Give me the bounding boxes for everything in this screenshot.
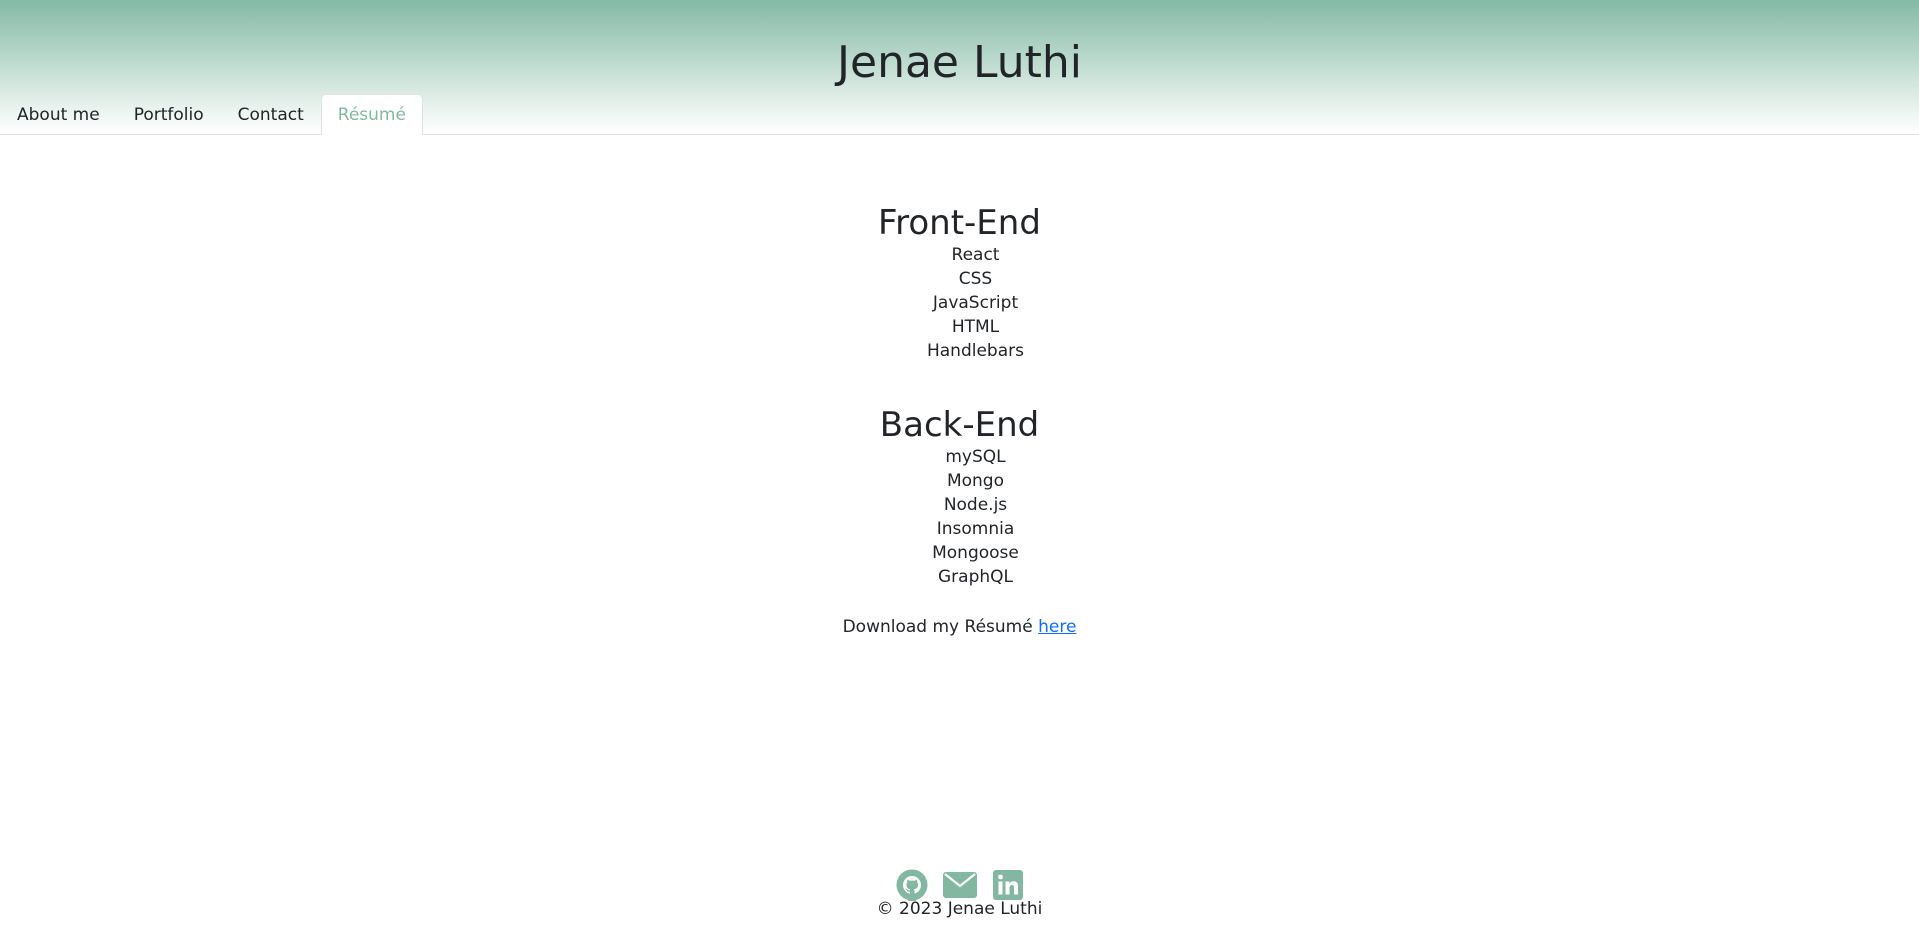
back-end-heading: Back-End bbox=[879, 405, 1040, 445]
back-end-list: mySQL Mongo Node.js Insomnia Mongoose Gr… bbox=[0, 445, 1919, 589]
footer-icons bbox=[0, 868, 1919, 902]
tab-resume[interactable]: Résumé bbox=[320, 94, 423, 135]
github-icon[interactable] bbox=[895, 868, 929, 902]
list-item: CSS bbox=[958, 269, 993, 289]
list-item: GraphQL bbox=[938, 567, 1013, 587]
tab-portfolio[interactable]: Portfolio bbox=[117, 94, 221, 135]
site-footer: © 2023 Jenae Luthi bbox=[0, 868, 1919, 919]
list-item: React bbox=[951, 245, 1000, 265]
front-end-list: React CSS JavaScript HTML Handlebars bbox=[0, 243, 1919, 363]
email-icon[interactable] bbox=[942, 868, 977, 902]
download-resume: Download my Résumé here bbox=[0, 615, 1919, 639]
list-item: Mongoose bbox=[932, 543, 1019, 563]
list-item: Node.js bbox=[943, 495, 1008, 515]
list-item: Mongo bbox=[946, 471, 1005, 491]
list-item: mySQL bbox=[945, 447, 1006, 467]
list-item: Insomnia bbox=[936, 519, 1015, 539]
nav-tabs: About me Portfolio Contact Résumé bbox=[0, 94, 423, 135]
tab-about-me[interactable]: About me bbox=[0, 94, 117, 135]
list-item: Handlebars bbox=[926, 341, 1024, 361]
front-end-heading: Front-End bbox=[878, 203, 1041, 243]
site-header: Jenae Luthi About me Portfolio Contact R… bbox=[0, 0, 1919, 135]
download-text: Download my Résumé bbox=[842, 617, 1033, 637]
tab-contact[interactable]: Contact bbox=[221, 94, 321, 135]
copyright: © 2023 Jenae Luthi bbox=[876, 899, 1043, 919]
list-item: HTML bbox=[951, 317, 1000, 337]
back-end-section: Back-End mySQL Mongo Node.js Insomnia Mo… bbox=[0, 405, 1919, 589]
download-link[interactable]: here bbox=[1038, 617, 1076, 637]
front-end-section: Front-End React CSS JavaScript HTML Hand… bbox=[0, 203, 1919, 363]
site-title: Jenae Luthi bbox=[837, 37, 1082, 88]
list-item: JavaScript bbox=[932, 293, 1019, 313]
linkedin-icon[interactable] bbox=[991, 868, 1025, 902]
